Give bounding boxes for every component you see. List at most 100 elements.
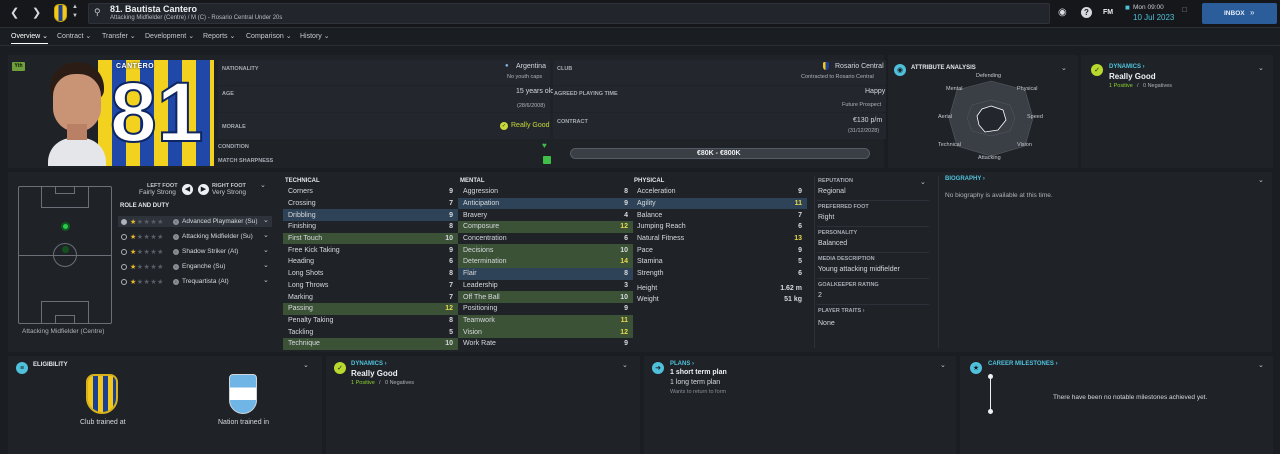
- attribute-value: 9: [624, 200, 628, 208]
- attribute-row[interactable]: Long Throws 7: [283, 280, 458, 292]
- info-icon[interactable]: i: [173, 279, 179, 285]
- forward-arrow-icon[interactable]: ❯: [32, 6, 41, 19]
- role-radio[interactable]: [121, 219, 127, 225]
- chevron-down-icon[interactable]: ⌄: [622, 361, 628, 369]
- attribute-row[interactable]: Anticipation 9: [458, 197, 633, 210]
- chevron-down-icon[interactable]: ⌄: [1258, 176, 1264, 184]
- chevron-down-icon[interactable]: ⌄: [260, 181, 266, 189]
- chevron-down-icon[interactable]: ⌄: [303, 361, 309, 369]
- tab-contract[interactable]: Contract ⌄: [57, 32, 91, 40]
- attribute-row[interactable]: Long Shots 8: [283, 268, 458, 280]
- tab-reports[interactable]: Reports ⌄: [203, 32, 235, 40]
- player-traits-link[interactable]: PLAYER TRAITS ›: [818, 308, 865, 314]
- info-icon[interactable]: i: [173, 234, 179, 240]
- role-label[interactable]: Enganche (Su): [182, 263, 225, 270]
- nationality-value[interactable]: Argentina: [516, 63, 546, 70]
- biography-title-link[interactable]: BIOGRAPHY ›: [945, 176, 985, 182]
- attribute-row[interactable]: Teamwork 11: [458, 314, 633, 327]
- attribute-row[interactable]: Bravery 4: [458, 209, 633, 221]
- role-label[interactable]: Trequartista (At): [182, 278, 229, 285]
- sort-down-icon[interactable]: ▼: [72, 13, 78, 19]
- info-icon[interactable]: i: [173, 219, 179, 225]
- chevron-down-icon[interactable]: ⌄: [263, 216, 269, 224]
- attribute-row[interactable]: Penalty Taking 8: [283, 315, 458, 327]
- dynamics-title-link[interactable]: DYNAMICS ›: [1109, 64, 1145, 70]
- notification-icon[interactable]: □: [1182, 5, 1187, 14]
- search-icon[interactable]: ⚲: [94, 7, 101, 18]
- attribute-row[interactable]: Determination 14: [458, 256, 633, 268]
- inbox-button[interactable]: INBOX »: [1202, 3, 1277, 24]
- role-radio[interactable]: [121, 249, 127, 255]
- attribute-row[interactable]: Work Rate 9: [458, 338, 633, 350]
- attribute-row[interactable]: Stamina 5: [632, 256, 807, 268]
- sharpness-label: MATCH SHARPNESS: [218, 158, 274, 164]
- role-label[interactable]: Shadow Striker (At): [182, 248, 238, 255]
- chevron-down-icon[interactable]: ⌄: [940, 361, 946, 369]
- sort-up-icon[interactable]: ▲: [72, 4, 78, 10]
- chevron-down-icon[interactable]: ⌄: [263, 231, 269, 239]
- attribute-row[interactable]: Strength 6: [632, 268, 807, 280]
- attribute-row[interactable]: Balance 7: [632, 209, 807, 221]
- morale-value[interactable]: Really Good: [511, 122, 550, 129]
- chevron-down-icon[interactable]: ⌄: [263, 246, 269, 254]
- attribute-row[interactable]: Jumping Reach 6: [632, 221, 807, 233]
- attribute-row[interactable]: Composure 12: [458, 221, 633, 233]
- attribute-value: 9: [449, 246, 453, 254]
- attribute-row[interactable]: Technique 10: [283, 337, 458, 350]
- chevron-down-icon[interactable]: ⌄: [1061, 64, 1067, 72]
- attribute-name: Agility: [637, 200, 656, 208]
- chevron-down-icon[interactable]: ⌄: [920, 178, 926, 186]
- value-range-bar[interactable]: €80K - €800K: [570, 148, 870, 159]
- tab-transfer[interactable]: Transfer ⌄: [102, 32, 136, 40]
- attribute-row[interactable]: Acceleration 9: [632, 186, 807, 198]
- tab-development[interactable]: Development ⌄: [145, 32, 194, 40]
- attribute-row[interactable]: Concentration 6: [458, 233, 633, 245]
- attribute-value: 10: [445, 235, 453, 243]
- attribute-row[interactable]: Aggression 8: [458, 186, 633, 198]
- attribute-row[interactable]: Corners 9: [283, 186, 458, 198]
- role-label[interactable]: Advanced Playmaker (Su): [182, 218, 258, 225]
- role-radio[interactable]: [121, 279, 127, 285]
- attribute-row[interactable]: Marking 7: [283, 291, 458, 303]
- attribute-row[interactable]: Free Kick Taking 9: [283, 244, 458, 256]
- chevron-down-icon[interactable]: ⌄: [1258, 64, 1264, 72]
- role-rating-stars-icon: ★★★★★: [130, 234, 164, 241]
- chevron-down-icon[interactable]: ⌄: [1258, 361, 1264, 369]
- chevron-down-icon[interactable]: ⌄: [263, 276, 269, 284]
- morale-icon: ✓: [500, 122, 508, 130]
- role-radio[interactable]: [121, 264, 127, 270]
- help-icon[interactable]: ?: [1081, 7, 1092, 18]
- attribute-row[interactable]: Flair 8: [458, 267, 633, 280]
- attribute-row[interactable]: Vision 12: [458, 326, 633, 338]
- attribute-row[interactable]: Tackling 5: [283, 326, 458, 338]
- chevron-down-icon[interactable]: ⌄: [263, 261, 269, 269]
- attribute-row[interactable]: Off The Ball 10: [458, 291, 633, 303]
- globe-icon[interactable]: ◉: [1058, 7, 1067, 18]
- attribute-row[interactable]: First Touch 10: [283, 232, 458, 245]
- dynamics-title-link[interactable]: DYNAMICS ›: [351, 361, 387, 367]
- club-value[interactable]: Rosario Central: [835, 63, 884, 70]
- attribute-row[interactable]: Pace 9: [632, 244, 807, 256]
- attribute-row[interactable]: Passing 12: [283, 302, 458, 315]
- plans-title-link[interactable]: PLANS ›: [670, 361, 694, 367]
- attribute-row[interactable]: Decisions 10: [458, 244, 633, 257]
- attribute-row[interactable]: Dribbling 9: [283, 209, 458, 222]
- info-icon[interactable]: i: [173, 264, 179, 270]
- attribute-row[interactable]: Positioning 9: [458, 303, 633, 315]
- attribute-row[interactable]: Heading 6: [283, 256, 458, 268]
- milestones-title-link[interactable]: CAREER MILESTONES ›: [988, 361, 1058, 367]
- attribute-row[interactable]: Crossing 7: [283, 198, 458, 210]
- attribute-row[interactable]: Leadership 3: [458, 280, 633, 292]
- fm-menu-button[interactable]: FM: [1103, 9, 1113, 16]
- role-radio[interactable]: [121, 234, 127, 240]
- attribute-row[interactable]: Agility 11: [632, 197, 807, 210]
- info-icon[interactable]: i: [173, 249, 179, 255]
- tab-history[interactable]: History ⌄: [300, 32, 330, 40]
- back-arrow-icon[interactable]: ❮: [10, 6, 19, 19]
- attribute-row[interactable]: Finishing 8: [283, 221, 458, 233]
- tab-comparison[interactable]: Comparison ⌄: [246, 32, 292, 40]
- tab-overview[interactable]: Overview ⌄: [11, 32, 48, 44]
- dynamics-value: Really Good: [1109, 72, 1156, 81]
- role-label[interactable]: Attacking Midfielder (Su): [182, 233, 253, 240]
- attribute-row[interactable]: Natural Fitness 13: [632, 233, 807, 245]
